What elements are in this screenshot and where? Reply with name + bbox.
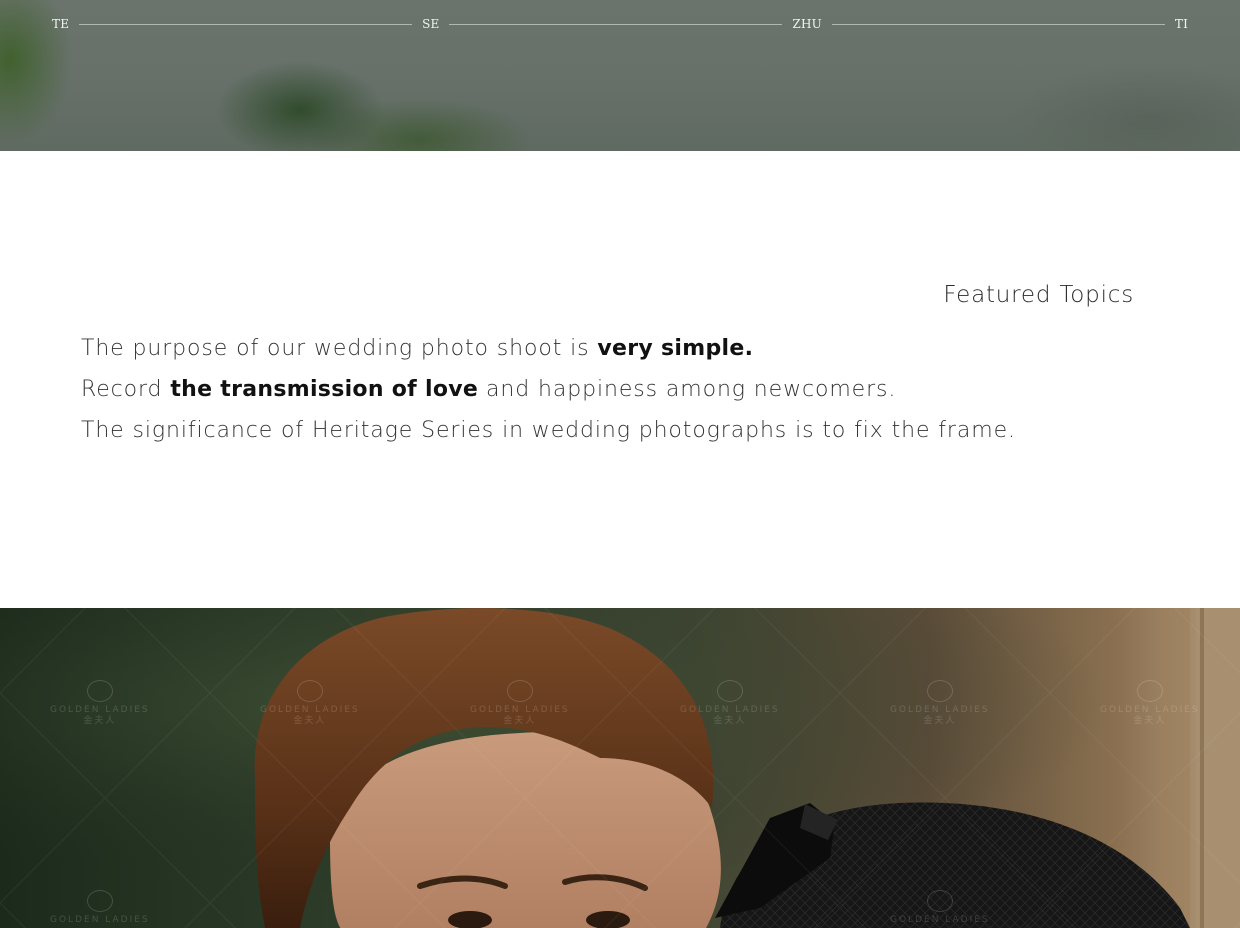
watermark: GOLDEN LADIES 金夫人 — [1100, 680, 1200, 727]
watermark-subtext: 金夫人 — [1133, 716, 1167, 726]
watermark-text: GOLDEN LADIES — [890, 705, 990, 715]
watermark-subtext: 金夫人 — [293, 716, 327, 726]
golden-ladies-logo-icon — [506, 680, 533, 702]
nav-divider-line — [449, 23, 783, 25]
golden-ladies-logo-icon — [86, 890, 113, 912]
couple-photo-illustration — [0, 608, 1240, 928]
featured-topics-section: Featured Topics The purpose of our weddi… — [0, 151, 1240, 608]
watermark-subtext: 金夫人 — [713, 716, 747, 726]
watermark-subtext: 金夫人 — [83, 716, 117, 726]
description-emphasis: the transmission of love — [170, 377, 479, 402]
hero-nav: TE SE ZHU TI — [52, 14, 1188, 34]
watermark-text: GOLDEN LADIES — [890, 915, 990, 925]
featured-description: The purpose of our wedding photo shoot i… — [81, 328, 1081, 451]
golden-ladies-logo-icon — [86, 680, 113, 702]
hero-banner: TE SE ZHU TI — [0, 0, 1240, 151]
golden-ladies-logo-icon — [926, 890, 953, 912]
nav-label-se[interactable]: SE — [422, 17, 439, 31]
watermark: GOLDEN LADIES 金夫人 — [890, 680, 990, 727]
watermark-text: GOLDEN LADIES — [470, 705, 570, 715]
description-text: The purpose of our wedding photo shoot i… — [81, 336, 598, 361]
golden-ladies-logo-icon — [296, 680, 323, 702]
watermark-text: GOLDEN LADIES — [260, 705, 360, 715]
watermark-subtext: 金夫人 — [923, 716, 957, 726]
watermark: GOLDEN LADIES 金夫人 — [470, 680, 570, 727]
description-text: Record — [81, 377, 171, 402]
description-line-2: Record the transmission of love and happ… — [81, 369, 1081, 410]
description-text: and happiness among newcomers. — [478, 377, 897, 402]
watermark: GOLDEN LADIES 金夫人 — [50, 680, 150, 727]
nav-label-zhu[interactable]: ZHU — [792, 17, 822, 31]
description-emphasis: very simple. — [597, 336, 754, 361]
watermark: GOLDEN LADIES 金夫人 — [260, 680, 360, 727]
description-text: The significance of Heritage Series in w… — [81, 418, 1016, 443]
watermark-text: GOLDEN LADIES — [50, 915, 150, 925]
watermark: GOLDEN LADIES 金夫人 — [680, 680, 780, 727]
watermark-subtext: 金夫人 — [503, 716, 537, 726]
featured-photo: GOLDEN LADIES 金夫人 GOLDEN LADIES 金夫人 GOLDEN… — [0, 608, 1240, 928]
watermark-text: GOLDEN LADIES — [1100, 705, 1200, 715]
nav-label-te[interactable]: TE — [52, 17, 69, 31]
golden-ladies-logo-icon — [1136, 680, 1163, 702]
featured-topics-title: Featured Topics — [943, 282, 1134, 308]
nav-divider-line — [79, 23, 413, 25]
golden-ladies-logo-icon — [716, 680, 743, 702]
watermark-text: GOLDEN LADIES — [50, 705, 150, 715]
description-line-3: The significance of Heritage Series in w… — [81, 410, 1081, 451]
watermark-text: GOLDEN LADIES — [680, 705, 780, 715]
description-line-1: The purpose of our wedding photo shoot i… — [81, 328, 1081, 369]
watermark: GOLDEN LADIES — [50, 890, 150, 926]
golden-ladies-logo-icon — [926, 680, 953, 702]
nav-divider-line — [831, 23, 1165, 25]
nav-label-ti[interactable]: TI — [1175, 17, 1188, 31]
watermark: GOLDEN LADIES — [890, 890, 990, 926]
